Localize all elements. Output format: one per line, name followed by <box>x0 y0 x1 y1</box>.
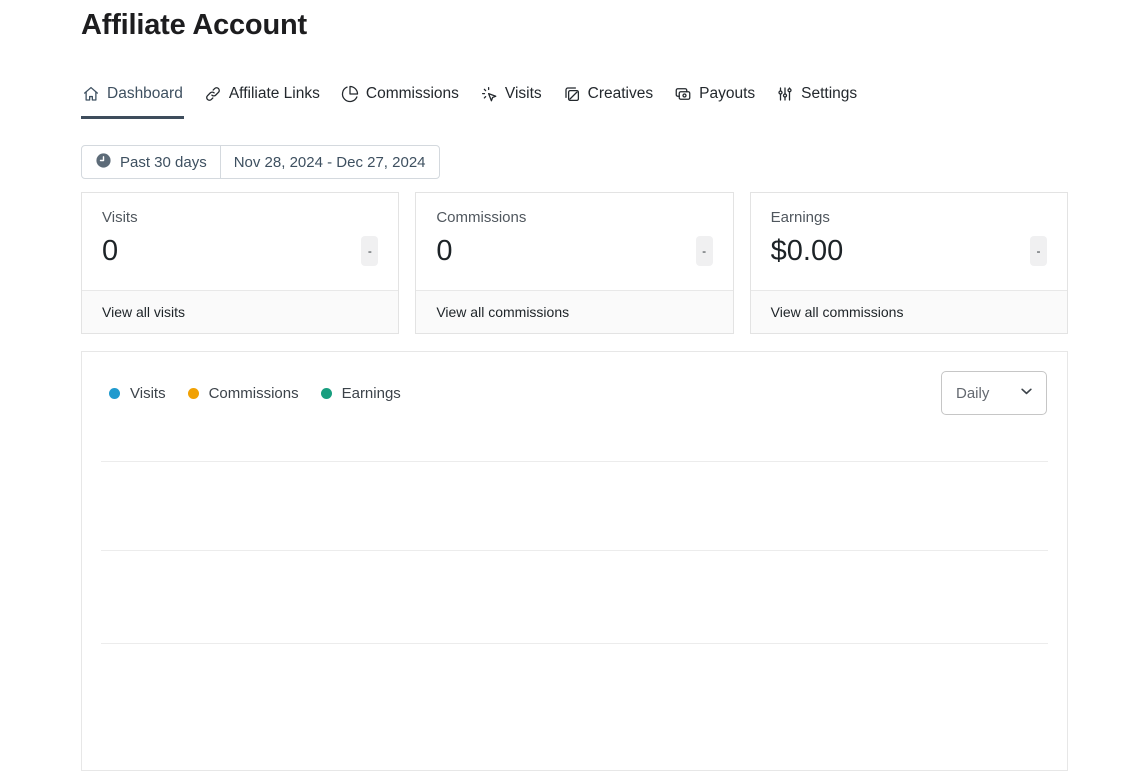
tab-payouts[interactable]: Payouts <box>673 83 756 119</box>
stat-cards-row: Visits 0 - View all visits Commissions 0… <box>81 192 1068 334</box>
stat-label: Earnings <box>771 209 1047 226</box>
stat-card-visits: Visits 0 - View all visits <box>81 192 399 334</box>
legend-item-earnings[interactable]: Earnings <box>321 385 401 402</box>
tab-creatives[interactable]: Creatives <box>562 83 654 119</box>
sliders-icon <box>776 85 794 103</box>
pie-chart-icon <box>341 85 359 103</box>
tab-visits[interactable]: Visits <box>479 83 543 119</box>
chart-legend: Visits Commissions Earnings <box>109 385 401 402</box>
date-range-button[interactable]: Nov 28, 2024 - Dec 27, 2024 <box>220 146 439 178</box>
tab-label: Payouts <box>699 85 755 103</box>
performance-chart-card: Visits Commissions Earnings Daily <box>81 351 1068 771</box>
stat-trend-badge: - <box>361 236 378 266</box>
legend-label: Visits <box>130 385 166 402</box>
cash-icon <box>674 85 692 103</box>
tab-label: Creatives <box>588 85 653 103</box>
stat-value: 0 <box>102 234 118 268</box>
chevron-down-icon <box>1019 384 1034 403</box>
visits-dot-icon <box>109 388 120 399</box>
stat-trend-badge: - <box>1030 236 1047 266</box>
legend-item-visits[interactable]: Visits <box>109 385 166 402</box>
chart-gridline <box>101 643 1048 644</box>
interval-select[interactable]: Daily <box>941 371 1047 415</box>
tab-label: Visits <box>505 85 542 103</box>
date-range-filter: Past 30 days Nov 28, 2024 - Dec 27, 2024 <box>81 145 440 179</box>
tab-bar: Dashboard Affiliate Links Commissions Vi… <box>81 83 1068 119</box>
page-title: Affiliate Account <box>81 9 1068 42</box>
chart-gridline <box>101 461 1048 462</box>
view-all-commissions-link[interactable]: View all commissions <box>416 290 732 333</box>
view-all-visits-link[interactable]: View all visits <box>82 290 398 333</box>
legend-item-commissions[interactable]: Commissions <box>188 385 299 402</box>
tab-commissions[interactable]: Commissions <box>340 83 460 119</box>
stat-card-earnings: Earnings $0.00 - View all commissions <box>750 192 1068 334</box>
date-range-label: Nov 28, 2024 - Dec 27, 2024 <box>234 154 426 171</box>
interval-select-value: Daily <box>956 385 989 402</box>
tab-settings[interactable]: Settings <box>775 83 858 119</box>
stat-trend-badge: - <box>696 236 713 266</box>
tab-label: Affiliate Links <box>229 85 320 103</box>
legend-label: Earnings <box>342 385 401 402</box>
cursor-click-icon <box>480 85 498 103</box>
earnings-dot-icon <box>321 388 332 399</box>
stat-label: Commissions <box>436 209 712 226</box>
chart-plot-area <box>101 431 1048 681</box>
tab-dashboard[interactable]: Dashboard <box>81 83 184 119</box>
stat-value: 0 <box>436 234 452 268</box>
stat-value: $0.00 <box>771 234 844 268</box>
tab-label: Commissions <box>366 85 459 103</box>
clock-icon <box>95 152 112 173</box>
commissions-dot-icon <box>188 388 199 399</box>
date-preset-label: Past 30 days <box>120 154 207 171</box>
affiliate-dashboard-page: Affiliate Account Dashboard Affiliate Li… <box>0 9 1131 771</box>
creatives-icon <box>563 85 581 103</box>
tab-affiliate-links[interactable]: Affiliate Links <box>203 83 321 119</box>
date-preset-button[interactable]: Past 30 days <box>82 146 220 178</box>
stat-card-commissions: Commissions 0 - View all commissions <box>415 192 733 334</box>
home-icon <box>82 85 100 103</box>
tab-label: Dashboard <box>107 85 183 103</box>
tab-label: Settings <box>801 85 857 103</box>
stat-label: Visits <box>102 209 378 226</box>
chart-gridline <box>101 550 1048 551</box>
link-icon <box>204 85 222 103</box>
legend-label: Commissions <box>209 385 299 402</box>
view-all-earnings-link[interactable]: View all commissions <box>751 290 1067 333</box>
